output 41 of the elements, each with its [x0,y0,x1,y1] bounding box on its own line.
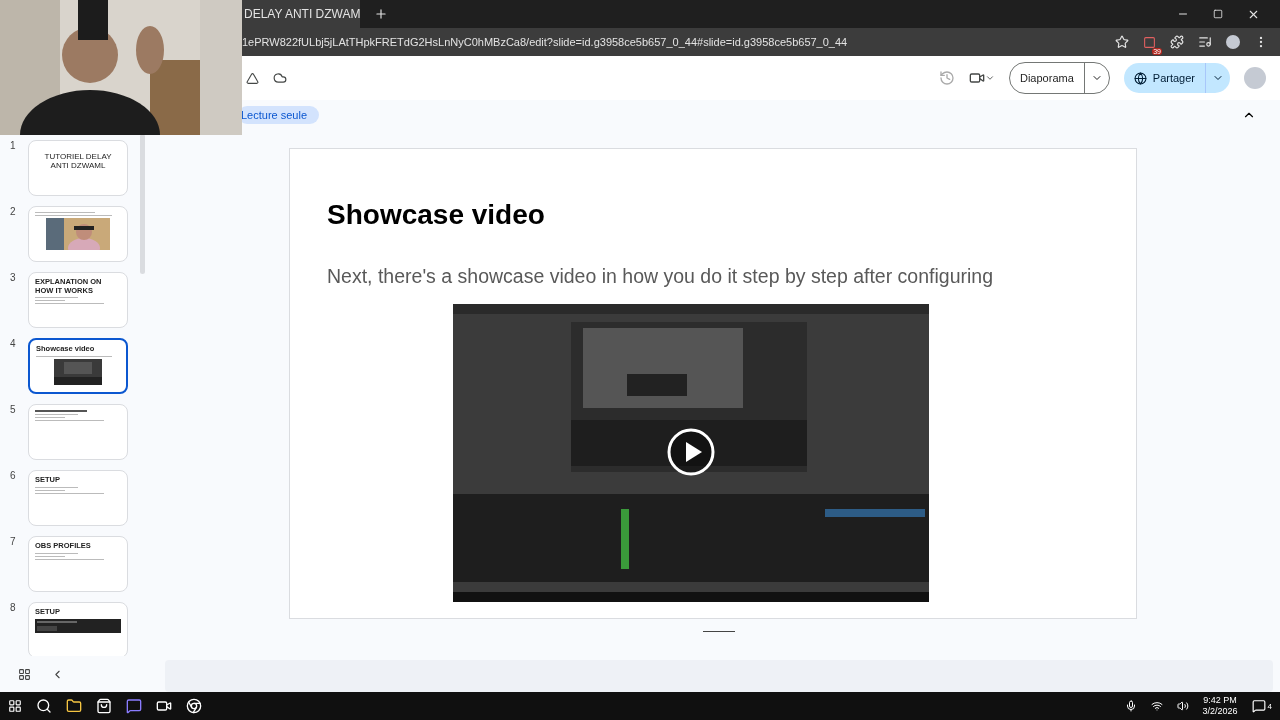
cloud-icon[interactable] [273,71,287,85]
caret-icon[interactable] [985,73,995,83]
slide-number: 6 [10,470,17,483]
tab-title: DELAY ANTI DZWAM [244,7,360,21]
slide-number: 1 [10,140,17,153]
notification-icon[interactable] [1251,699,1266,713]
volume-icon[interactable] [1176,700,1189,712]
slide-number: 4 [10,338,17,351]
slide-thumbnail[interactable] [28,206,128,262]
windows-icon[interactable] [8,699,22,713]
chrome-icon[interactable] [186,698,202,714]
star-icon[interactable] [1115,35,1129,49]
slide-number: 7 [10,536,17,549]
slide-body: Next, there's a showcase video in how you do it step by step after configuring [327,265,994,288]
browser-tab[interactable]: DELAY ANTI DZWAM [242,0,360,28]
notification-count: 4 [1267,701,1272,711]
folder-icon[interactable] [66,698,82,714]
camera-icon[interactable] [969,70,985,86]
thumbnail-title: TUTORIEL DELAY ANTI DZWAML [43,152,113,171]
slide-thumbnail[interactable]: TUTORIEL DELAY ANTI DZWAML [28,140,128,196]
puzzle-icon[interactable] [1170,35,1184,49]
plus-icon[interactable] [374,7,388,21]
clock[interactable]: 9:42 PM 3/2/2026 [1202,695,1238,717]
drive-icon[interactable] [246,71,259,85]
slide-title: Showcase video [327,199,546,231]
globe-icon [1133,71,1147,85]
slide-number: 5 [10,404,17,417]
search-icon[interactable] [36,698,52,714]
mic-icon[interactable] [1124,700,1137,712]
restore-icon[interactable] [1213,9,1223,19]
slide-number: 3 [10,272,17,285]
grid-view-icon[interactable] [18,667,31,681]
address-bar[interactable]: 1ePRW822fULbj5jLAtTHpkFRETdG2HsLnNyC0hMBzCa8/edit?slide=id.g3958ce5b657_0_44#slide=id.g3958ce5b657_0_44 [242,36,1101,48]
store-icon[interactable] [96,698,112,714]
media-icon[interactable] [1198,35,1212,49]
slide-number: 8 [10,602,17,615]
slide-number: 2 [10,206,17,219]
slide-thumbnail[interactable] [28,404,128,460]
avatar-icon[interactable] [1226,35,1240,49]
network-icon[interactable] [1150,700,1163,712]
play-icon[interactable] [667,428,715,476]
